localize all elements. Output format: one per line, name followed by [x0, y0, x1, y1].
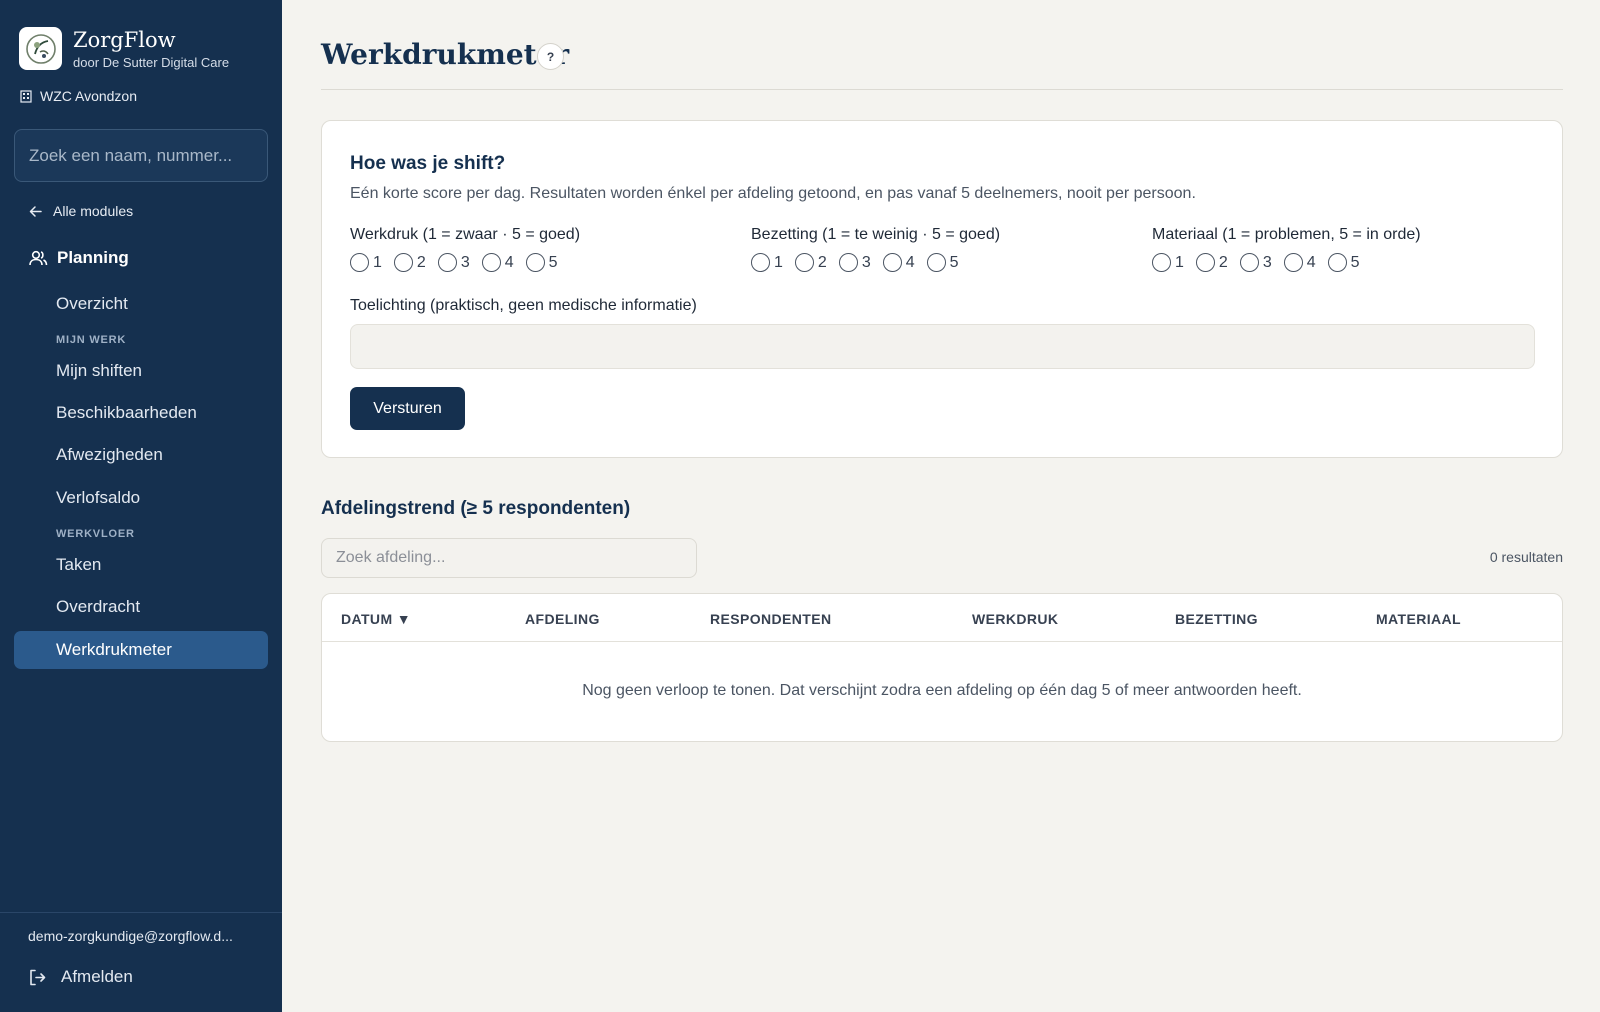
- material-label: Materiaal (1 = problemen, 5 = in orde): [1152, 226, 1421, 243]
- survey-title: Hoe was je shift?: [350, 153, 506, 174]
- all-modules-link[interactable]: Alle modules: [28, 203, 133, 219]
- material-question: Materiaal (1 = problemen, 5 = in orde) 1…: [1152, 226, 1421, 272]
- material-radio-4[interactable]: 4: [1283, 253, 1316, 272]
- workload-radio-4[interactable]: 4: [481, 253, 514, 272]
- arrow-left-icon: [29, 205, 42, 217]
- staffing-options: 1 2 3 4 5: [751, 253, 1000, 272]
- logout-icon: [30, 969, 46, 985]
- staffing-radio-4[interactable]: 4: [882, 253, 915, 272]
- brand-subtitle: door De Sutter Digital Care: [73, 55, 230, 70]
- workload-label: Werkdruk (1 = zwaar · 5 = goed): [350, 226, 581, 243]
- empty-state-message: Nog geen verloop te tonen. Dat verschijn…: [582, 682, 1302, 699]
- staffing-radio-2[interactable]: 2: [794, 253, 827, 272]
- building-icon: [20, 90, 32, 103]
- planning-label: Planning: [57, 248, 129, 267]
- column-materiaal[interactable]: MATERIAAL: [1376, 611, 1461, 627]
- sidebar: ZorgFlow door De Sutter Digital Care WZC…: [0, 0, 282, 1012]
- sidebar-item-verlofsaldo[interactable]: Verlofsaldo: [56, 488, 140, 508]
- submit-button[interactable]: Versturen: [350, 387, 465, 430]
- column-respondenten[interactable]: RESPONDENTEN: [710, 611, 831, 627]
- survey-description: Eén korte score per dag. Resultaten word…: [350, 185, 1196, 202]
- nav-group-werkvloer: WERKVLOER: [56, 528, 135, 540]
- all-modules-label: Alle modules: [53, 203, 134, 219]
- column-werkdruk[interactable]: WERKDRUK: [972, 611, 1058, 627]
- column-bezetting[interactable]: BEZETTING: [1175, 611, 1258, 627]
- workload-radio-2[interactable]: 2: [393, 253, 426, 272]
- sidebar-item-afwezigheden[interactable]: Afwezigheden: [56, 445, 163, 465]
- sidebar-divider: [0, 912, 282, 913]
- help-button[interactable]: ?: [537, 43, 564, 70]
- workload-radio-1[interactable]: 1: [350, 253, 382, 272]
- table-header: DATUM ▼ AFDELING RESPONDENTEN WERKDRUK B…: [322, 594, 1562, 642]
- sidebar-search-input[interactable]: [14, 129, 268, 182]
- material-radio-1[interactable]: 1: [1152, 253, 1184, 272]
- logout-button[interactable]: Afmelden: [28, 967, 133, 987]
- title-divider: [321, 89, 1563, 90]
- column-afdeling[interactable]: AFDELING: [525, 611, 600, 627]
- sidebar-item-taken[interactable]: Taken: [56, 555, 101, 575]
- logout-label: Afmelden: [61, 967, 133, 986]
- sidebar-item-mijn-shiften[interactable]: Mijn shiften: [56, 361, 142, 381]
- sidebar-item-overzicht[interactable]: Overzicht: [56, 294, 128, 314]
- material-radio-2[interactable]: 2: [1195, 253, 1228, 272]
- shift-survey-card: Hoe was je shift? Eén korte score per da…: [321, 120, 1563, 458]
- organization-name: WZC Avondzon: [40, 88, 138, 104]
- workload-options: 1 2 3 4 5: [350, 253, 580, 272]
- user-email: demo-zorgkundige@zorgflow.d...: [28, 928, 233, 944]
- sidebar-item-werkdrukmeter-label: Werkdrukmeter: [56, 640, 172, 659]
- planning-section[interactable]: Planning: [28, 248, 129, 268]
- staffing-radio-1[interactable]: 1: [751, 253, 783, 272]
- material-radio-5[interactable]: 5: [1327, 253, 1360, 272]
- trend-table: DATUM ▼ AFDELING RESPONDENTEN WERKDRUK B…: [321, 593, 1563, 742]
- result-count: 0 resultaten: [1489, 549, 1563, 565]
- nav-group-my-work: MIJN WERK: [56, 334, 127, 346]
- sidebar-item-beschikbaarheden[interactable]: Beschikbaarheden: [56, 403, 197, 423]
- zorgflow-logo-icon: [19, 27, 62, 70]
- department-search-input[interactable]: [321, 538, 697, 578]
- workload-radio-3[interactable]: 3: [437, 253, 470, 272]
- brand-name: ZorgFlow: [73, 28, 176, 52]
- material-options: 1 2 3 4 5: [1152, 253, 1421, 272]
- page-title: Werkdrukmeter: [321, 38, 570, 71]
- column-datum[interactable]: DATUM ▼: [341, 611, 411, 627]
- note-label: Toelichting (praktisch, geen medische in…: [350, 297, 697, 314]
- workload-question: Werkdruk (1 = zwaar · 5 = goed) 1 2 3 4 …: [350, 226, 580, 272]
- sidebar-item-werkdrukmeter[interactable]: Werkdrukmeter: [14, 631, 268, 669]
- organization: WZC Avondzon: [19, 88, 137, 104]
- staffing-radio-5[interactable]: 5: [926, 253, 959, 272]
- material-radio-3[interactable]: 3: [1239, 253, 1272, 272]
- note-input[interactable]: [350, 324, 1535, 369]
- workload-radio-5[interactable]: 5: [525, 253, 558, 272]
- staffing-question: Bezetting (1 = te weinig · 5 = goed) 1 2…: [751, 226, 1000, 272]
- staffing-radio-3[interactable]: 3: [838, 253, 871, 272]
- trend-title: Afdelingstrend (≥ 5 respondenten): [321, 498, 631, 519]
- sidebar-item-overdracht[interactable]: Overdracht: [56, 597, 140, 617]
- staffing-label: Bezetting (1 = te weinig · 5 = goed): [751, 226, 1001, 243]
- brand[interactable]: ZorgFlow door De Sutter Digital Care: [19, 27, 229, 70]
- users-icon: [29, 250, 48, 266]
